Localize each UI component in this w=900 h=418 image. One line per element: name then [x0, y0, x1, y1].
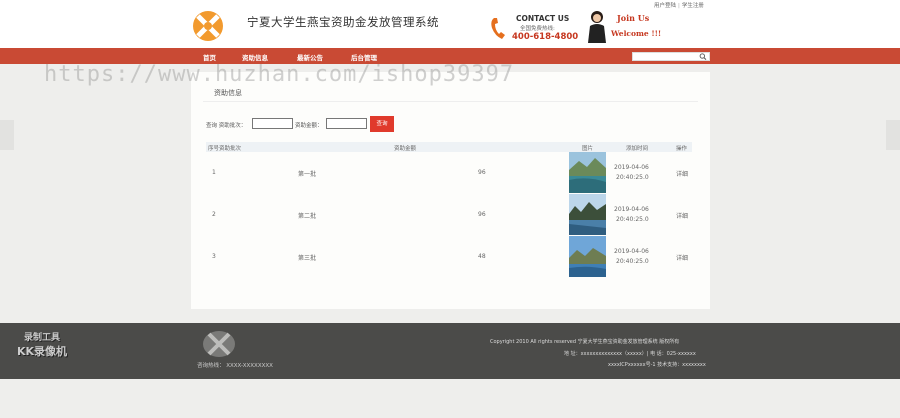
join-us-title: Join Us — [617, 13, 650, 23]
nav-announcements[interactable]: 最新公告 — [297, 52, 323, 62]
row-index: 3 — [212, 253, 216, 260]
col-added-time: 添加时间 — [626, 146, 649, 152]
row-time: 20:40:25.0 — [616, 258, 649, 265]
contact-subtitle: 全国免费热线: — [520, 26, 555, 32]
hotline: 咨询热线： XXXX-XXXXXXXX — [197, 363, 273, 369]
nav-admin[interactable]: 后台管理 — [351, 52, 377, 62]
col-action: 操作 — [676, 146, 688, 152]
footer-logo-icon — [203, 331, 235, 357]
nav-home[interactable]: 首页 — [203, 52, 216, 62]
nav-funding-info[interactable]: 资助信息 — [242, 52, 268, 62]
search-box — [632, 52, 710, 62]
table-row: 2 第二批 96 2019-04-06 20:40:25.0 详细 — [206, 194, 692, 236]
top-links: 用户登陆 | 学生注册 — [654, 3, 704, 9]
col-index-batch: 序号资助批次 — [208, 146, 242, 152]
panel-title: 资助信息 — [214, 89, 242, 97]
table-row: 3 第三批 48 2019-04-06 20:40:25.0 详细 — [206, 236, 692, 278]
footer: 录制工具 KK录像机 咨询热线： XXXX-XXXXXXXX Copyright… — [0, 323, 900, 379]
phone-icon — [491, 18, 505, 39]
table-row: 1 第一批 96 2019-04-06 20:40:25.0 详细 — [206, 152, 692, 194]
welcome-text: Welcome !!! — [611, 29, 662, 38]
watermark-text: https://www.huzhan.com/ishop39397 — [44, 62, 515, 87]
contact-title: CONTACT US — [516, 14, 570, 23]
row-image[interactable] — [569, 152, 606, 193]
batch-filter-label: 查询 资助批次： — [206, 123, 247, 129]
left-slider-arrow[interactable] — [0, 120, 14, 150]
col-image: 图片 — [582, 146, 594, 152]
amount-filter-label: 资助金额： — [295, 123, 323, 129]
row-amount: 96 — [478, 169, 486, 176]
icp-info: xxxxICPxxxxxx号-1 技术支持：xxxxxxxx — [608, 362, 706, 368]
recorder-name: KK录像机 — [17, 345, 68, 358]
student-register-link[interactable]: 学生注册 — [682, 3, 704, 9]
row-batch: 第二批 — [298, 213, 317, 220]
funding-info-panel: 资助信息 查询 资助批次： 资助金额： 查询 序号资助批次 资助金额 图片 添加… — [191, 72, 710, 309]
site-title: 宁夏大学生燕宝资助金发放管理系统 — [247, 15, 439, 29]
amount-filter-input[interactable] — [326, 118, 367, 129]
woman-avatar-icon — [588, 11, 606, 43]
row-date: 2019-04-06 — [614, 206, 649, 213]
row-batch: 第三批 — [298, 255, 317, 262]
recorder-tool-label: 录制工具 — [24, 333, 61, 343]
search-input[interactable] — [633, 54, 697, 62]
address: 地 址：xxxxxxxxxxxxxx（xxxxx）| 电 话：025-xxxxx… — [564, 351, 696, 357]
col-amount: 资助金额 — [394, 146, 417, 152]
user-login-link[interactable]: 用户登陆 — [654, 3, 676, 9]
row-amount: 48 — [478, 253, 486, 260]
contact-phone: 400-618-4800 — [512, 32, 579, 42]
row-detail-link[interactable]: 详细 — [676, 253, 688, 262]
row-date: 2019-04-06 — [614, 164, 649, 171]
table-header: 序号资助批次 资助金额 图片 添加时间 操作 — [206, 142, 692, 152]
row-detail-link[interactable]: 详细 — [676, 211, 688, 220]
row-amount: 96 — [478, 211, 486, 218]
row-index: 1 — [212, 169, 216, 176]
row-time: 20:40:25.0 — [616, 216, 649, 223]
panel-divider — [203, 101, 698, 102]
row-time: 20:40:25.0 — [616, 174, 649, 181]
search-icon[interactable] — [699, 53, 707, 60]
right-slider-arrow[interactable] — [886, 120, 900, 150]
row-image[interactable] — [569, 236, 606, 277]
row-image[interactable] — [569, 194, 606, 235]
row-detail-link[interactable]: 详细 — [676, 169, 688, 178]
search-button[interactable]: 查询 — [370, 116, 394, 132]
site-logo-icon[interactable] — [192, 10, 224, 42]
row-date: 2019-04-06 — [614, 248, 649, 255]
row-index: 2 — [212, 211, 216, 218]
header: 宁夏大学生燕宝资助金发放管理系统 CONTACT US 全国免费热线: 400-… — [0, 0, 900, 48]
row-batch: 第一批 — [298, 171, 317, 178]
batch-filter-input[interactable] — [252, 118, 293, 129]
copyright: Copyright 2010 All rights reserved 宁夏大学生… — [490, 339, 680, 345]
